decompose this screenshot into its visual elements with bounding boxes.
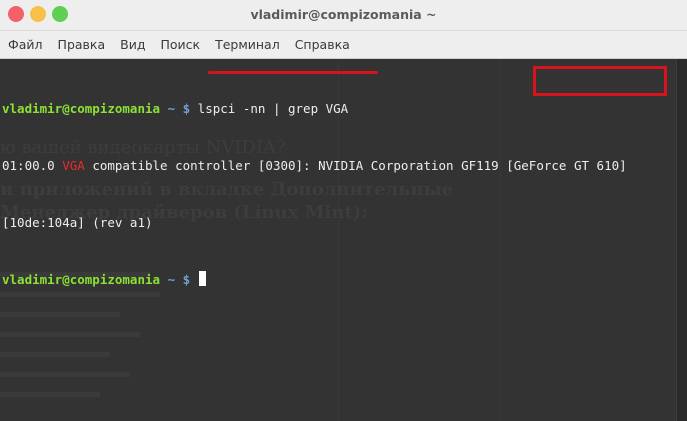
menu-view[interactable]: Вид — [120, 37, 145, 52]
ghost-block — [0, 332, 140, 337]
terminal-line-output-1: 01:00.0 VGA compatible controller [0300]… — [2, 156, 627, 175]
menu-file[interactable]: Файл — [8, 37, 43, 52]
prompt-path: ~ $ — [160, 272, 191, 287]
terminal-line-prompt: vladimir@compizomania ~ $ — [2, 270, 627, 289]
terminal-lines: vladimir@compizomania ~ $ lspci -nn | gr… — [2, 61, 627, 327]
ghost-block — [0, 352, 110, 357]
output-prefix: 01:00.0 — [2, 158, 63, 173]
ghost-block — [0, 392, 100, 397]
terminal-line-command: vladimir@compizomania ~ $ lspci -nn | gr… — [2, 99, 627, 118]
grep-match: VGA — [62, 158, 85, 173]
output-rest: compatible controller [0300]: NVIDIA Cor… — [84, 158, 627, 173]
command-text — [190, 272, 198, 287]
window-title: vladimir@compizomania ~ — [250, 7, 437, 22]
menu-help[interactable]: Справка — [295, 37, 350, 52]
menu-terminal[interactable]: Терминал — [215, 37, 280, 52]
ghost-block — [0, 372, 130, 377]
terminal-window: vladimir@compizomania ~ Файл Правка Вид … — [0, 0, 687, 421]
command-underline-annotation — [208, 71, 378, 74]
prompt-user-host: vladimir@compizomania — [2, 272, 161, 287]
terminal-line-output-2: [10de:104a] (rev a1) — [2, 213, 627, 232]
output-device-id: [10de:104a] (rev a1) — [2, 215, 153, 230]
title-bar[interactable]: vladimir@compizomania ~ — [0, 0, 687, 31]
menu-edit[interactable]: Правка — [58, 37, 106, 52]
prompt-path: ~ $ — [160, 101, 191, 116]
menu-bar: Файл Правка Вид Поиск Терминал Справка — [0, 31, 687, 59]
terminal-output-area[interactable]: ю вашей видеокарты NVIDIA? и приложений … — [0, 59, 676, 421]
menu-search[interactable]: Поиск — [160, 37, 200, 52]
prompt-user-host: vladimir@compizomania — [2, 101, 161, 116]
command-text: lspci -nn | grep VGA — [190, 101, 349, 116]
text-cursor — [198, 271, 206, 286]
terminal-scrollbar[interactable] — [676, 59, 687, 421]
gpu-model-highlight-annotation — [533, 66, 667, 96]
